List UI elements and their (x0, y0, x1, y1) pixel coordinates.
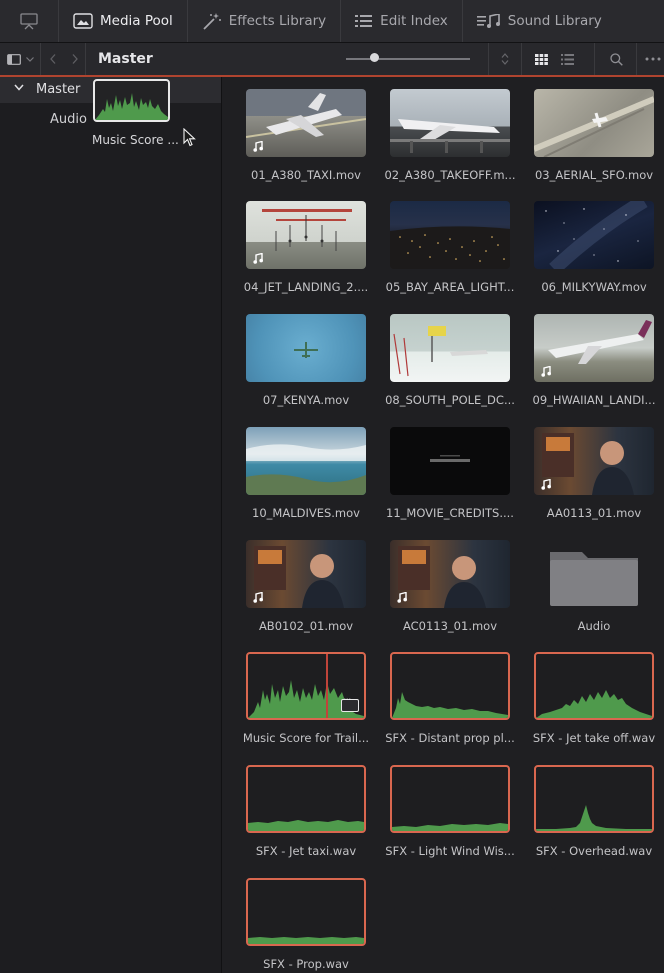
thumbnail-view-button[interactable] (530, 43, 552, 75)
media-pool-clip-grid: 01_A380_TAXI.mov 02_A380_TAKEOFF.m... 03… (222, 77, 664, 973)
list-view-icon (560, 53, 574, 65)
grid-icon (534, 53, 548, 65)
mouse-pointer-icon (183, 128, 196, 147)
sidebar-toggle-icon (6, 53, 21, 65)
clip-name: Audio (577, 619, 611, 633)
clip-thumbnail (545, 201, 648, 269)
media-pool-icon (73, 13, 93, 29)
clip-name: 03_AERIAL_SFO.mov (534, 168, 654, 182)
dragged-clip-thumbnail[interactable] (93, 79, 170, 122)
more-dots-icon (645, 57, 661, 61)
search-button[interactable] (603, 43, 629, 75)
clip-name: Music Score for Trail... (242, 731, 370, 745)
clip-name: 09_HWAIIAN_LANDI... (532, 393, 656, 407)
clip-thumbnail (534, 96, 654, 157)
clip-thumbnail (262, 209, 352, 251)
effects-library-label: Effects Library (228, 13, 327, 29)
edit-index-button[interactable]: Edit Index (341, 0, 463, 42)
magic-wand-icon (203, 13, 221, 30)
clip-name: 04_JET_LANDING_2.... (243, 280, 369, 294)
clip-name: 07_KENYA.mov (262, 393, 350, 407)
clip-name: AB0102_01.mov (258, 619, 354, 633)
chevron-down-icon[interactable] (14, 84, 24, 91)
search-icon (609, 52, 623, 66)
breadcrumb[interactable]: Master (86, 51, 153, 67)
playhead (326, 654, 328, 718)
bin-list-toggle[interactable] (0, 43, 40, 75)
clip-name: 02_A380_TAKEOFF.m... (384, 168, 516, 182)
dragged-clip-label: Music Score ... (92, 133, 179, 147)
more-badge-icon (341, 693, 359, 712)
clip-name: AC0113_01.mov (402, 619, 498, 633)
media-pool-button[interactable]: Media Pool (59, 0, 188, 42)
audio-note-icon (541, 479, 551, 490)
waveform-icon (536, 805, 652, 831)
waveform-icon (392, 692, 508, 718)
clip-thumbnail (393, 326, 488, 377)
list-icon (355, 15, 373, 27)
clip-name: SFX - Prop.wav (263, 957, 349, 971)
effects-library-button[interactable]: Effects Library (188, 0, 342, 42)
more-options-button[interactable] (642, 43, 664, 75)
forward-button[interactable] (65, 43, 85, 75)
sound-library-icon (476, 14, 500, 28)
clip-thumbnail (294, 342, 318, 358)
clip-name: SFX - Jet taxi.wav (255, 844, 357, 858)
back-button[interactable] (41, 43, 65, 75)
chevron-right-icon (72, 54, 78, 64)
clip-name: 06_MILKYWAY.mov (541, 280, 647, 294)
clip-name: 11_MOVIE_CREDITS.... (386, 506, 514, 520)
thumbnail-zoom-slider[interactable] (346, 58, 470, 60)
clip-name: 05_BAY_AREA_LIGHT... (385, 280, 515, 294)
sort-icon (501, 53, 509, 65)
bin-master-label: Master (36, 82, 81, 97)
audio-note-icon (541, 366, 551, 377)
clip-name: 10_MALDIVES.mov (252, 506, 360, 520)
media-pool-label: Media Pool (100, 13, 173, 29)
audio-note-icon (253, 141, 263, 152)
clip-thumbnail (246, 444, 366, 495)
waveform-icon (392, 823, 508, 831)
list-view-button[interactable] (556, 43, 578, 75)
clip-name: 08_SOUTH_POLE_DC... (385, 393, 515, 407)
clip-name: 01_A380_TAXI.mov (251, 168, 361, 182)
bin-audio[interactable]: Audio (50, 112, 87, 127)
chevron-down-icon (25, 56, 34, 62)
audio-note-icon (397, 592, 407, 603)
chevron-left-icon (50, 54, 56, 64)
clip-name: SFX - Distant prop pl... (385, 731, 515, 745)
sort-button[interactable] (489, 43, 521, 75)
clip-thumbnail (246, 93, 366, 138)
edit-index-label: Edit Index (380, 13, 448, 29)
clip-name: AA0113_01.mov (546, 506, 642, 520)
waveform-icon (95, 93, 168, 120)
waveform-icon (248, 820, 364, 831)
audio-note-icon (253, 592, 263, 603)
clip-name: SFX - Overhead.wav (535, 844, 653, 858)
clip-thumbnail (390, 226, 510, 269)
clip-thumbnail (390, 119, 510, 153)
clip-thumbnail (254, 546, 344, 608)
top-toolbar: Media Pool Effects Library Edit Index So… (0, 0, 664, 43)
panel-toggle-icon[interactable] (0, 0, 59, 42)
clip-thumbnail (542, 433, 634, 495)
audio-note-icon (253, 253, 263, 264)
clip-name: SFX - Light Wind Wis... (385, 844, 515, 858)
waveform-icon (248, 937, 364, 944)
waveform-icon (536, 690, 652, 718)
media-pool-toolbar: Master (0, 43, 664, 77)
bin-sidebar: Master Audio (0, 77, 222, 973)
clip-name: SFX - Jet take off.wav (532, 731, 656, 745)
folder-icon (550, 552, 638, 606)
sound-library-button[interactable]: Sound Library (463, 0, 616, 42)
clip-thumbnail (548, 320, 652, 364)
clip-thumbnail (398, 546, 486, 608)
slider-handle[interactable] (370, 53, 379, 62)
clip-thumbnail (430, 455, 470, 462)
sound-library-label: Sound Library (507, 13, 602, 29)
